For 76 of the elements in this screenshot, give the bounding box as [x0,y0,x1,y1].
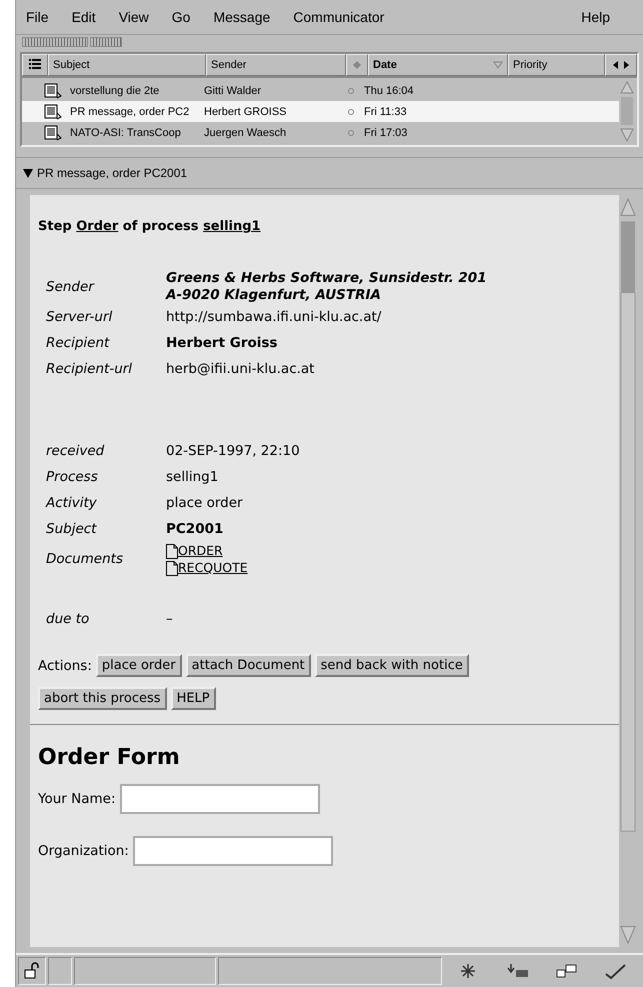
field-label: due to [46,611,90,627]
field-value: 02-SEP-1997, 22:10 [166,443,300,459]
field-label: Subject [46,521,98,537]
field-label: Activity [46,495,98,511]
message-subject: vorstellung die 2te [70,84,160,96]
step-link[interactable]: Order [76,219,118,234]
form-title: Order Form [38,745,181,770]
field-value: – [166,611,173,627]
menu-item[interactable]: Go [172,9,204,25]
action-button[interactable]: send back with notice [314,654,469,677]
flag-column-header[interactable] [346,54,368,76]
document-link[interactable]: RECQUOTE [178,559,248,576]
field-label: received [46,443,106,459]
message-sender: Herbert GROISS [204,106,288,118]
document-icon [166,544,178,559]
field-value: Herbert Groiss [166,335,278,351]
actions-label: Actions: [38,658,92,674]
field-value: PC2001 [166,521,224,537]
message-icon [44,104,62,120]
column-header[interactable]: Sender [206,54,346,76]
message-date: Fri 11:33 [364,106,407,118]
action-button[interactable]: HELP [170,687,216,710]
menu-item[interactable]: Message [213,9,284,25]
menu-item[interactable]: View [118,9,162,25]
field-label: Recipient-url [46,361,134,377]
message-sender: Gitti Walder [204,84,262,96]
sort-triangle-icon [493,61,503,69]
message-icon [44,82,62,98]
field-value: herb@ifii.uni-klu.ac.at [166,361,314,377]
column-picker-icon[interactable] [22,54,48,76]
column-header[interactable]: Subject [48,54,206,76]
form-label: Organization: [38,843,129,859]
status-pane [48,957,72,985]
column-header[interactable]: Date [368,54,508,76]
toolbar-grip[interactable] [22,37,88,47]
step-link[interactable]: selling1 [203,219,261,234]
menu-item[interactable]: File [26,9,62,25]
form-label: Your Name: [38,791,116,807]
action-button[interactable]: abort this process [38,687,167,710]
menu-item[interactable]: Communicator [293,9,398,25]
sender-address: Greens & Herbs Software, Sunsidestr. 201 [166,270,488,287]
toolbar-grip[interactable] [90,37,122,47]
field-label: Documents [46,551,124,567]
text-input[interactable] [132,836,333,866]
lock-icon[interactable] [18,957,46,985]
field-value: http://sumbawa.ifi.uni-klu.ac.at/ [166,309,382,325]
field-value: selling1 [166,469,218,485]
message-sender: Juergen Waesch [204,126,288,138]
message-icon [44,124,62,140]
field-label: Recipient [46,335,111,351]
unread-dot-icon [348,108,354,114]
diamond-icon [352,60,362,70]
menu-item[interactable]: Help [581,9,623,25]
column-header[interactable]: Priority [508,54,605,76]
column-scroll-buttons[interactable] [605,54,637,76]
unread-dot-icon [348,130,354,136]
message-subject: PR message, order PC2 [70,106,190,118]
message-date: Fri 17:03 [364,126,408,138]
message-row[interactable]: PR message, order PC2 Herbert GROISS Fri 11:33 [22,101,619,122]
field-label: Process [46,469,99,485]
sender-address: A-9020 Klagenfurt, AUSTRIA [166,287,382,304]
field-label: Server-url [46,309,114,325]
action-button[interactable]: place order [96,654,182,677]
unread-dot-icon [348,88,354,94]
message-header-subject: PR message, order PC2001 [37,166,188,180]
menu-item[interactable]: Edit [72,9,109,25]
action-button[interactable]: attach Document [186,654,311,677]
collapse-triangle-icon[interactable] [22,167,34,179]
field-value: place order [166,495,243,511]
document-icon [166,561,178,576]
message-date: Thu 16:04 [364,84,414,96]
document-link[interactable]: ORDER [178,542,223,559]
text-input[interactable] [120,784,320,814]
message-subject: NATO-ASI: TransCoop [70,126,182,138]
field-label: Sender [46,279,96,295]
step-heading: Step Order of process selling1 [38,219,262,234]
